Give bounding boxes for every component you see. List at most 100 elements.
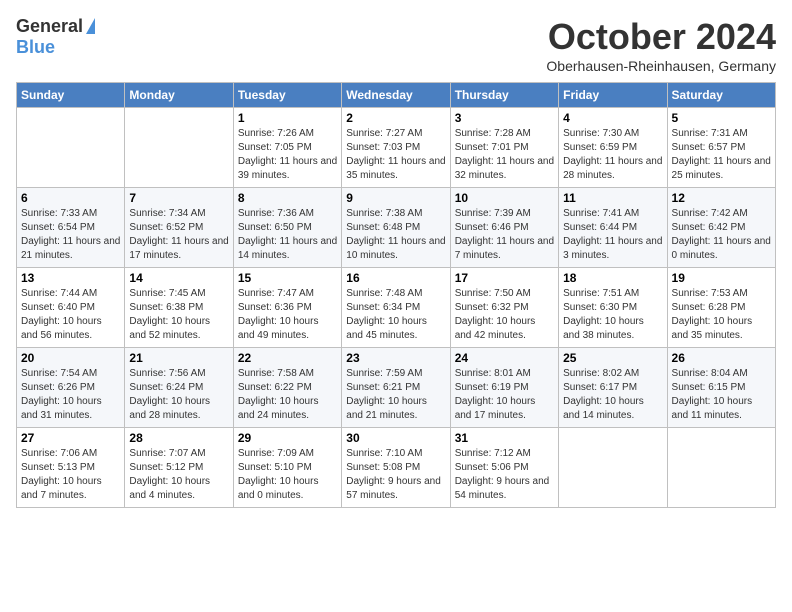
day-number: 16	[346, 271, 445, 285]
day-info: Sunrise: 8:01 AM Sunset: 6:19 PM Dayligh…	[455, 367, 554, 423]
location-text: Oberhausen-Rheinhausen, Germany	[546, 58, 776, 74]
day-number: 22	[238, 351, 337, 365]
calendar-cell	[559, 428, 667, 508]
day-number: 8	[238, 191, 337, 205]
day-info: Sunrise: 7:48 AM Sunset: 6:34 PM Dayligh…	[346, 287, 445, 343]
weekday-wednesday: Wednesday	[342, 83, 450, 108]
calendar-cell: 22Sunrise: 7:58 AM Sunset: 6:22 PM Dayli…	[233, 348, 341, 428]
day-info: Sunrise: 8:02 AM Sunset: 6:17 PM Dayligh…	[563, 367, 662, 423]
day-number: 4	[563, 111, 662, 125]
calendar-cell: 31Sunrise: 7:12 AM Sunset: 5:06 PM Dayli…	[450, 428, 558, 508]
calendar-week-row: 27 Sunrise: 7:06 AM Sunset: 5:13 PM Dayli…	[17, 428, 776, 508]
day-number: 6	[21, 191, 120, 205]
day-number: 3	[455, 111, 554, 125]
day-number: 26	[672, 351, 771, 365]
day-info: Sunrise: 7:09 AM Sunset: 5:10 PM Dayligh…	[238, 447, 337, 503]
weekday-saturday: Saturday	[667, 83, 775, 108]
day-info: Sunrise: 7:26 AM Sunset: 7:05 PM Dayligh…	[238, 127, 337, 183]
weekday-sunday: Sunday	[17, 83, 125, 108]
day-info: Sunrise: 7:10 AM Sunset: 5:08 PM Dayligh…	[346, 447, 445, 503]
day-number: 23	[346, 351, 445, 365]
day-info: Sunrise: 7:41 AM Sunset: 6:44 PM Dayligh…	[563, 207, 662, 263]
calendar-cell: 1Sunrise: 7:26 AM Sunset: 7:05 PM Daylig…	[233, 108, 341, 188]
calendar-cell	[667, 428, 775, 508]
weekday-monday: Monday	[125, 83, 233, 108]
page-header: General Blue October 2024 Oberhausen-Rhe…	[16, 16, 776, 74]
day-number: 19	[672, 271, 771, 285]
calendar-cell: 9 Sunrise: 7:38 AM Sunset: 6:48 PM Daylig…	[342, 188, 450, 268]
calendar-cell: 18 Sunrise: 7:51 AM Sunset: 6:30 PM Dayli…	[559, 268, 667, 348]
day-info: Sunrise: 7:31 AM Sunset: 6:57 PM Dayligh…	[672, 127, 771, 183]
day-number: 2	[346, 111, 445, 125]
calendar-cell: 12 Sunrise: 7:42 AM Sunset: 6:42 PM Dayli…	[667, 188, 775, 268]
logo: General Blue	[16, 16, 95, 58]
logo-general-text: General	[16, 16, 83, 37]
calendar-cell: 25 Sunrise: 8:02 AM Sunset: 6:17 PM Dayli…	[559, 348, 667, 428]
day-number: 21	[129, 351, 228, 365]
calendar-cell: 8Sunrise: 7:36 AM Sunset: 6:50 PM Daylig…	[233, 188, 341, 268]
calendar-cell	[125, 108, 233, 188]
calendar-cell: 19 Sunrise: 7:53 AM Sunset: 6:28 PM Dayli…	[667, 268, 775, 348]
day-info: Sunrise: 7:45 AM Sunset: 6:38 PM Dayligh…	[129, 287, 228, 343]
calendar-cell: 20 Sunrise: 7:54 AM Sunset: 6:26 PM Dayli…	[17, 348, 125, 428]
calendar-cell: 24Sunrise: 8:01 AM Sunset: 6:19 PM Dayli…	[450, 348, 558, 428]
day-info: Sunrise: 7:12 AM Sunset: 5:06 PM Dayligh…	[455, 447, 554, 503]
day-info: Sunrise: 7:30 AM Sunset: 6:59 PM Dayligh…	[563, 127, 662, 183]
day-number: 27	[21, 431, 120, 445]
day-info: Sunrise: 7:54 AM Sunset: 6:26 PM Dayligh…	[21, 367, 120, 423]
day-info: Sunrise: 8:04 AM Sunset: 6:15 PM Dayligh…	[672, 367, 771, 423]
day-number: 20	[21, 351, 120, 365]
calendar-week-row: 20 Sunrise: 7:54 AM Sunset: 6:26 PM Dayli…	[17, 348, 776, 428]
day-number: 7	[129, 191, 228, 205]
calendar-cell: 29 Sunrise: 7:09 AM Sunset: 5:10 PM Dayli…	[233, 428, 341, 508]
calendar-cell: 4 Sunrise: 7:30 AM Sunset: 6:59 PM Daylig…	[559, 108, 667, 188]
day-info: Sunrise: 7:34 AM Sunset: 6:52 PM Dayligh…	[129, 207, 228, 263]
calendar-week-row: 6 Sunrise: 7:33 AM Sunset: 6:54 PM Daylig…	[17, 188, 776, 268]
calendar-cell: 7 Sunrise: 7:34 AM Sunset: 6:52 PM Daylig…	[125, 188, 233, 268]
title-block: October 2024 Oberhausen-Rheinhausen, Ger…	[546, 16, 776, 74]
calendar-cell: 26 Sunrise: 8:04 AM Sunset: 6:15 PM Dayli…	[667, 348, 775, 428]
day-number: 14	[129, 271, 228, 285]
day-number: 11	[563, 191, 662, 205]
day-info: Sunrise: 7:50 AM Sunset: 6:32 PM Dayligh…	[455, 287, 554, 343]
day-number: 12	[672, 191, 771, 205]
day-number: 25	[563, 351, 662, 365]
calendar-cell: 28 Sunrise: 7:07 AM Sunset: 5:12 PM Dayli…	[125, 428, 233, 508]
calendar-cell	[17, 108, 125, 188]
calendar-cell: 3Sunrise: 7:28 AM Sunset: 7:01 PM Daylig…	[450, 108, 558, 188]
day-info: Sunrise: 7:42 AM Sunset: 6:42 PM Dayligh…	[672, 207, 771, 263]
calendar-cell: 13 Sunrise: 7:44 AM Sunset: 6:40 PM Dayli…	[17, 268, 125, 348]
calendar-cell: 21 Sunrise: 7:56 AM Sunset: 6:24 PM Dayli…	[125, 348, 233, 428]
calendar-cell: 11 Sunrise: 7:41 AM Sunset: 6:44 PM Dayli…	[559, 188, 667, 268]
day-number: 18	[563, 271, 662, 285]
day-number: 13	[21, 271, 120, 285]
calendar-cell: 2 Sunrise: 7:27 AM Sunset: 7:03 PM Daylig…	[342, 108, 450, 188]
calendar-cell: 5 Sunrise: 7:31 AM Sunset: 6:57 PM Daylig…	[667, 108, 775, 188]
calendar-cell: 6 Sunrise: 7:33 AM Sunset: 6:54 PM Daylig…	[17, 188, 125, 268]
calendar-body: 1Sunrise: 7:26 AM Sunset: 7:05 PM Daylig…	[17, 108, 776, 508]
day-number: 29	[238, 431, 337, 445]
day-info: Sunrise: 7:27 AM Sunset: 7:03 PM Dayligh…	[346, 127, 445, 183]
day-info: Sunrise: 7:51 AM Sunset: 6:30 PM Dayligh…	[563, 287, 662, 343]
calendar-table: SundayMondayTuesdayWednesdayThursdayFrid…	[16, 82, 776, 508]
day-number: 17	[455, 271, 554, 285]
logo-blue-text: Blue	[16, 37, 55, 58]
day-info: Sunrise: 7:59 AM Sunset: 6:21 PM Dayligh…	[346, 367, 445, 423]
calendar-cell: 17 Sunrise: 7:50 AM Sunset: 6:32 PM Dayli…	[450, 268, 558, 348]
day-number: 5	[672, 111, 771, 125]
day-number: 9	[346, 191, 445, 205]
logo-triangle-icon	[86, 18, 95, 34]
day-info: Sunrise: 7:44 AM Sunset: 6:40 PM Dayligh…	[21, 287, 120, 343]
day-number: 28	[129, 431, 228, 445]
day-info: Sunrise: 7:06 AM Sunset: 5:13 PM Dayligh…	[21, 447, 120, 503]
day-number: 15	[238, 271, 337, 285]
day-info: Sunrise: 7:47 AM Sunset: 6:36 PM Dayligh…	[238, 287, 337, 343]
day-info: Sunrise: 7:53 AM Sunset: 6:28 PM Dayligh…	[672, 287, 771, 343]
calendar-cell: 15 Sunrise: 7:47 AM Sunset: 6:36 PM Dayli…	[233, 268, 341, 348]
day-info: Sunrise: 7:56 AM Sunset: 6:24 PM Dayligh…	[129, 367, 228, 423]
calendar-cell: 14 Sunrise: 7:45 AM Sunset: 6:38 PM Dayli…	[125, 268, 233, 348]
day-info: Sunrise: 7:33 AM Sunset: 6:54 PM Dayligh…	[21, 207, 120, 263]
day-info: Sunrise: 7:07 AM Sunset: 5:12 PM Dayligh…	[129, 447, 228, 503]
day-info: Sunrise: 7:38 AM Sunset: 6:48 PM Dayligh…	[346, 207, 445, 263]
month-title: October 2024	[546, 16, 776, 58]
